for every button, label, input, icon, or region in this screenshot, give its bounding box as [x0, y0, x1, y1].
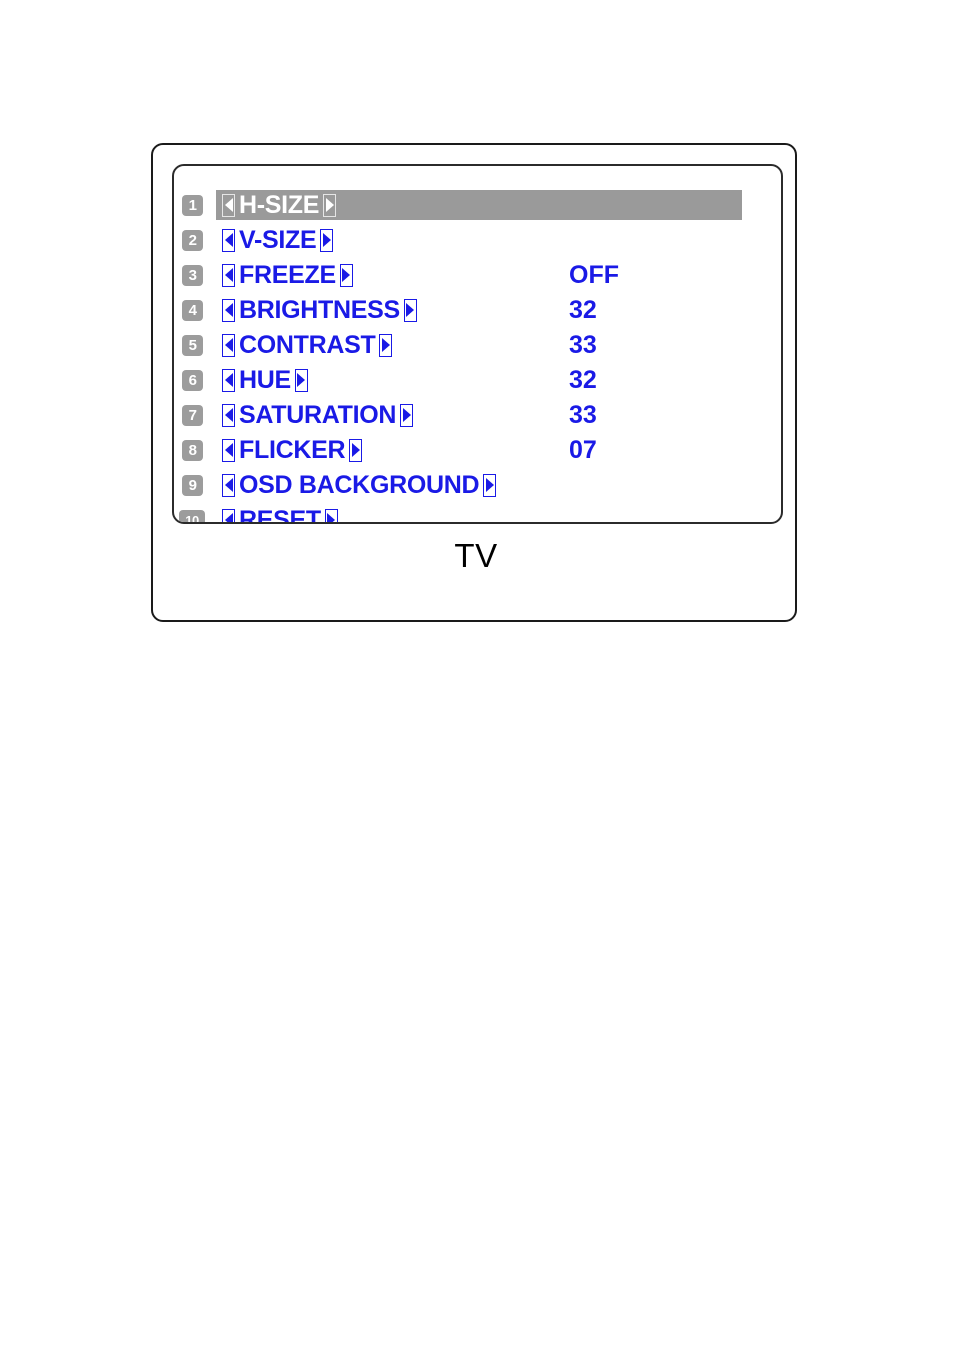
right-arrow-icon[interactable]	[339, 263, 353, 287]
osd-row-label-group: FLICKER	[222, 435, 363, 465]
osd-row-h-size[interactable]: 1 H-SIZE	[174, 188, 781, 223]
row-index-badge: 2	[182, 230, 203, 251]
osd-row-osd-background[interactable]: 9 OSD BACKGROUND	[174, 468, 781, 503]
osd-row-saturation[interactable]: 7 SATURATION 33	[174, 398, 781, 433]
right-arrow-icon[interactable]	[403, 298, 417, 322]
right-arrow-icon[interactable]	[324, 508, 338, 522]
row-index-badge: 3	[182, 265, 203, 286]
right-arrow-icon[interactable]	[379, 333, 393, 357]
osd-item-label: OSD BACKGROUND	[239, 471, 480, 499]
osd-item-value: 32	[569, 366, 597, 394]
right-arrow-icon[interactable]	[349, 438, 363, 462]
left-arrow-icon[interactable]	[222, 298, 235, 322]
right-arrow-icon[interactable]	[320, 228, 334, 252]
tv-caption-label: TV	[454, 537, 498, 574]
osd-menu: 1 H-SIZE 2 V-SIZE 3 FREEZE OFF 4 BRIGHTNESS 32 5 CO…	[174, 188, 781, 524]
osd-item-label: BRIGHTNESS	[239, 296, 400, 324]
osd-row-reset[interactable]: 10 RESET	[174, 503, 781, 524]
right-arrow-icon[interactable]	[323, 193, 337, 217]
row-index-badge: 8	[182, 440, 203, 461]
osd-item-label: V-SIZE	[239, 226, 317, 254]
left-arrow-icon[interactable]	[222, 263, 235, 287]
osd-item-label: SATURATION	[239, 401, 397, 429]
osd-item-label: CONTRAST	[239, 331, 376, 359]
osd-item-label: HUE	[239, 366, 291, 394]
osd-row-flicker[interactable]: 8 FLICKER 07	[174, 433, 781, 468]
osd-row-label-group: H-SIZE	[222, 190, 337, 220]
osd-row-label-group: BRIGHTNESS	[222, 295, 417, 325]
osd-item-value: 07	[569, 436, 597, 464]
osd-item-value: OFF	[569, 261, 619, 289]
osd-row-label-group: HUE	[222, 365, 308, 395]
osd-row-contrast[interactable]: 5 CONTRAST 33	[174, 328, 781, 363]
row-index-badge: 4	[182, 300, 203, 321]
osd-row-v-size[interactable]: 2 V-SIZE	[174, 223, 781, 258]
osd-item-label: RESET	[239, 506, 321, 524]
row-index-badge: 6	[182, 370, 203, 391]
osd-item-label: FREEZE	[239, 261, 336, 289]
osd-row-label-group: RESET	[222, 505, 338, 524]
right-arrow-icon[interactable]	[294, 368, 308, 392]
osd-row-label-group: CONTRAST	[222, 330, 393, 360]
osd-item-label: FLICKER	[239, 436, 346, 464]
osd-row-label-group: FREEZE	[222, 260, 353, 290]
left-arrow-icon[interactable]	[222, 193, 235, 217]
tv-screen: 1 H-SIZE 2 V-SIZE 3 FREEZE OFF 4 BRIGHTNESS 32 5 CO…	[172, 164, 783, 524]
left-arrow-icon[interactable]	[222, 473, 235, 497]
osd-row-hue[interactable]: 6 HUE 32	[174, 363, 781, 398]
left-arrow-icon[interactable]	[222, 368, 235, 392]
left-arrow-icon[interactable]	[222, 508, 235, 522]
row-index-badge: 1	[182, 195, 203, 216]
row-index-badge: 9	[182, 475, 203, 496]
osd-row-label-group: SATURATION	[222, 400, 414, 430]
osd-item-value: 33	[569, 401, 597, 429]
osd-row-brightness[interactable]: 4 BRIGHTNESS 32	[174, 293, 781, 328]
left-arrow-icon[interactable]	[222, 438, 235, 462]
osd-row-freeze[interactable]: 3 FREEZE OFF	[174, 258, 781, 293]
left-arrow-icon[interactable]	[222, 228, 235, 252]
osd-row-label-group: OSD BACKGROUND	[222, 470, 497, 500]
osd-item-value: 33	[569, 331, 597, 359]
osd-item-label: H-SIZE	[239, 191, 320, 219]
row-index-badge: 5	[182, 335, 203, 356]
right-arrow-icon[interactable]	[400, 403, 414, 427]
right-arrow-icon[interactable]	[483, 473, 497, 497]
osd-row-label-group: V-SIZE	[222, 225, 334, 255]
left-arrow-icon[interactable]	[222, 403, 235, 427]
row-index-badge: 7	[182, 405, 203, 426]
row-index-badge: 10	[179, 510, 205, 522]
tv-bezel: 1 H-SIZE 2 V-SIZE 3 FREEZE OFF 4 BRIGHTNESS 32 5 CO…	[151, 143, 797, 622]
left-arrow-icon[interactable]	[222, 333, 235, 357]
osd-item-value: 32	[569, 296, 597, 324]
